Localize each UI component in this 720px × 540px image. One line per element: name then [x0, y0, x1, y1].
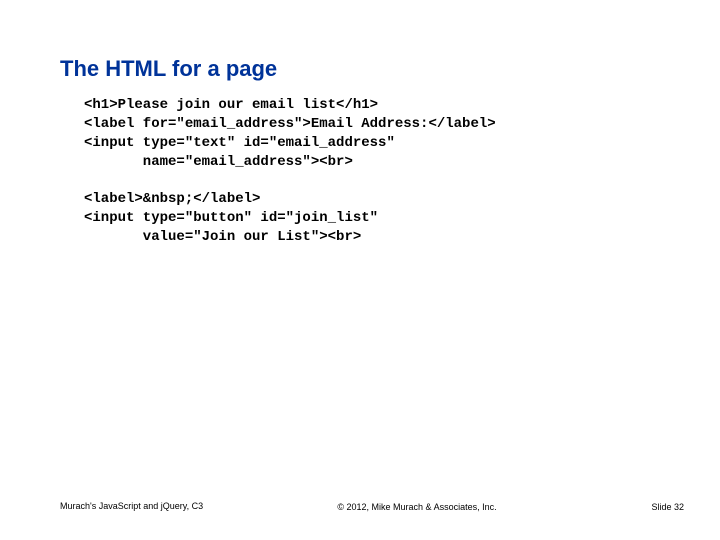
footer-left: Murach's JavaScript and jQuery, C3 [60, 501, 230, 512]
footer-right: Slide 32 [604, 502, 684, 512]
code-block: <h1>Please join our email list</h1> <lab… [60, 96, 660, 247]
slide: The HTML for a page <h1>Please join our … [0, 0, 720, 540]
page-title: The HTML for a page [60, 56, 660, 82]
footer-center: © 2012, Mike Murach & Associates, Inc. [230, 502, 604, 512]
footer: Murach's JavaScript and jQuery, C3 © 201… [60, 501, 684, 512]
